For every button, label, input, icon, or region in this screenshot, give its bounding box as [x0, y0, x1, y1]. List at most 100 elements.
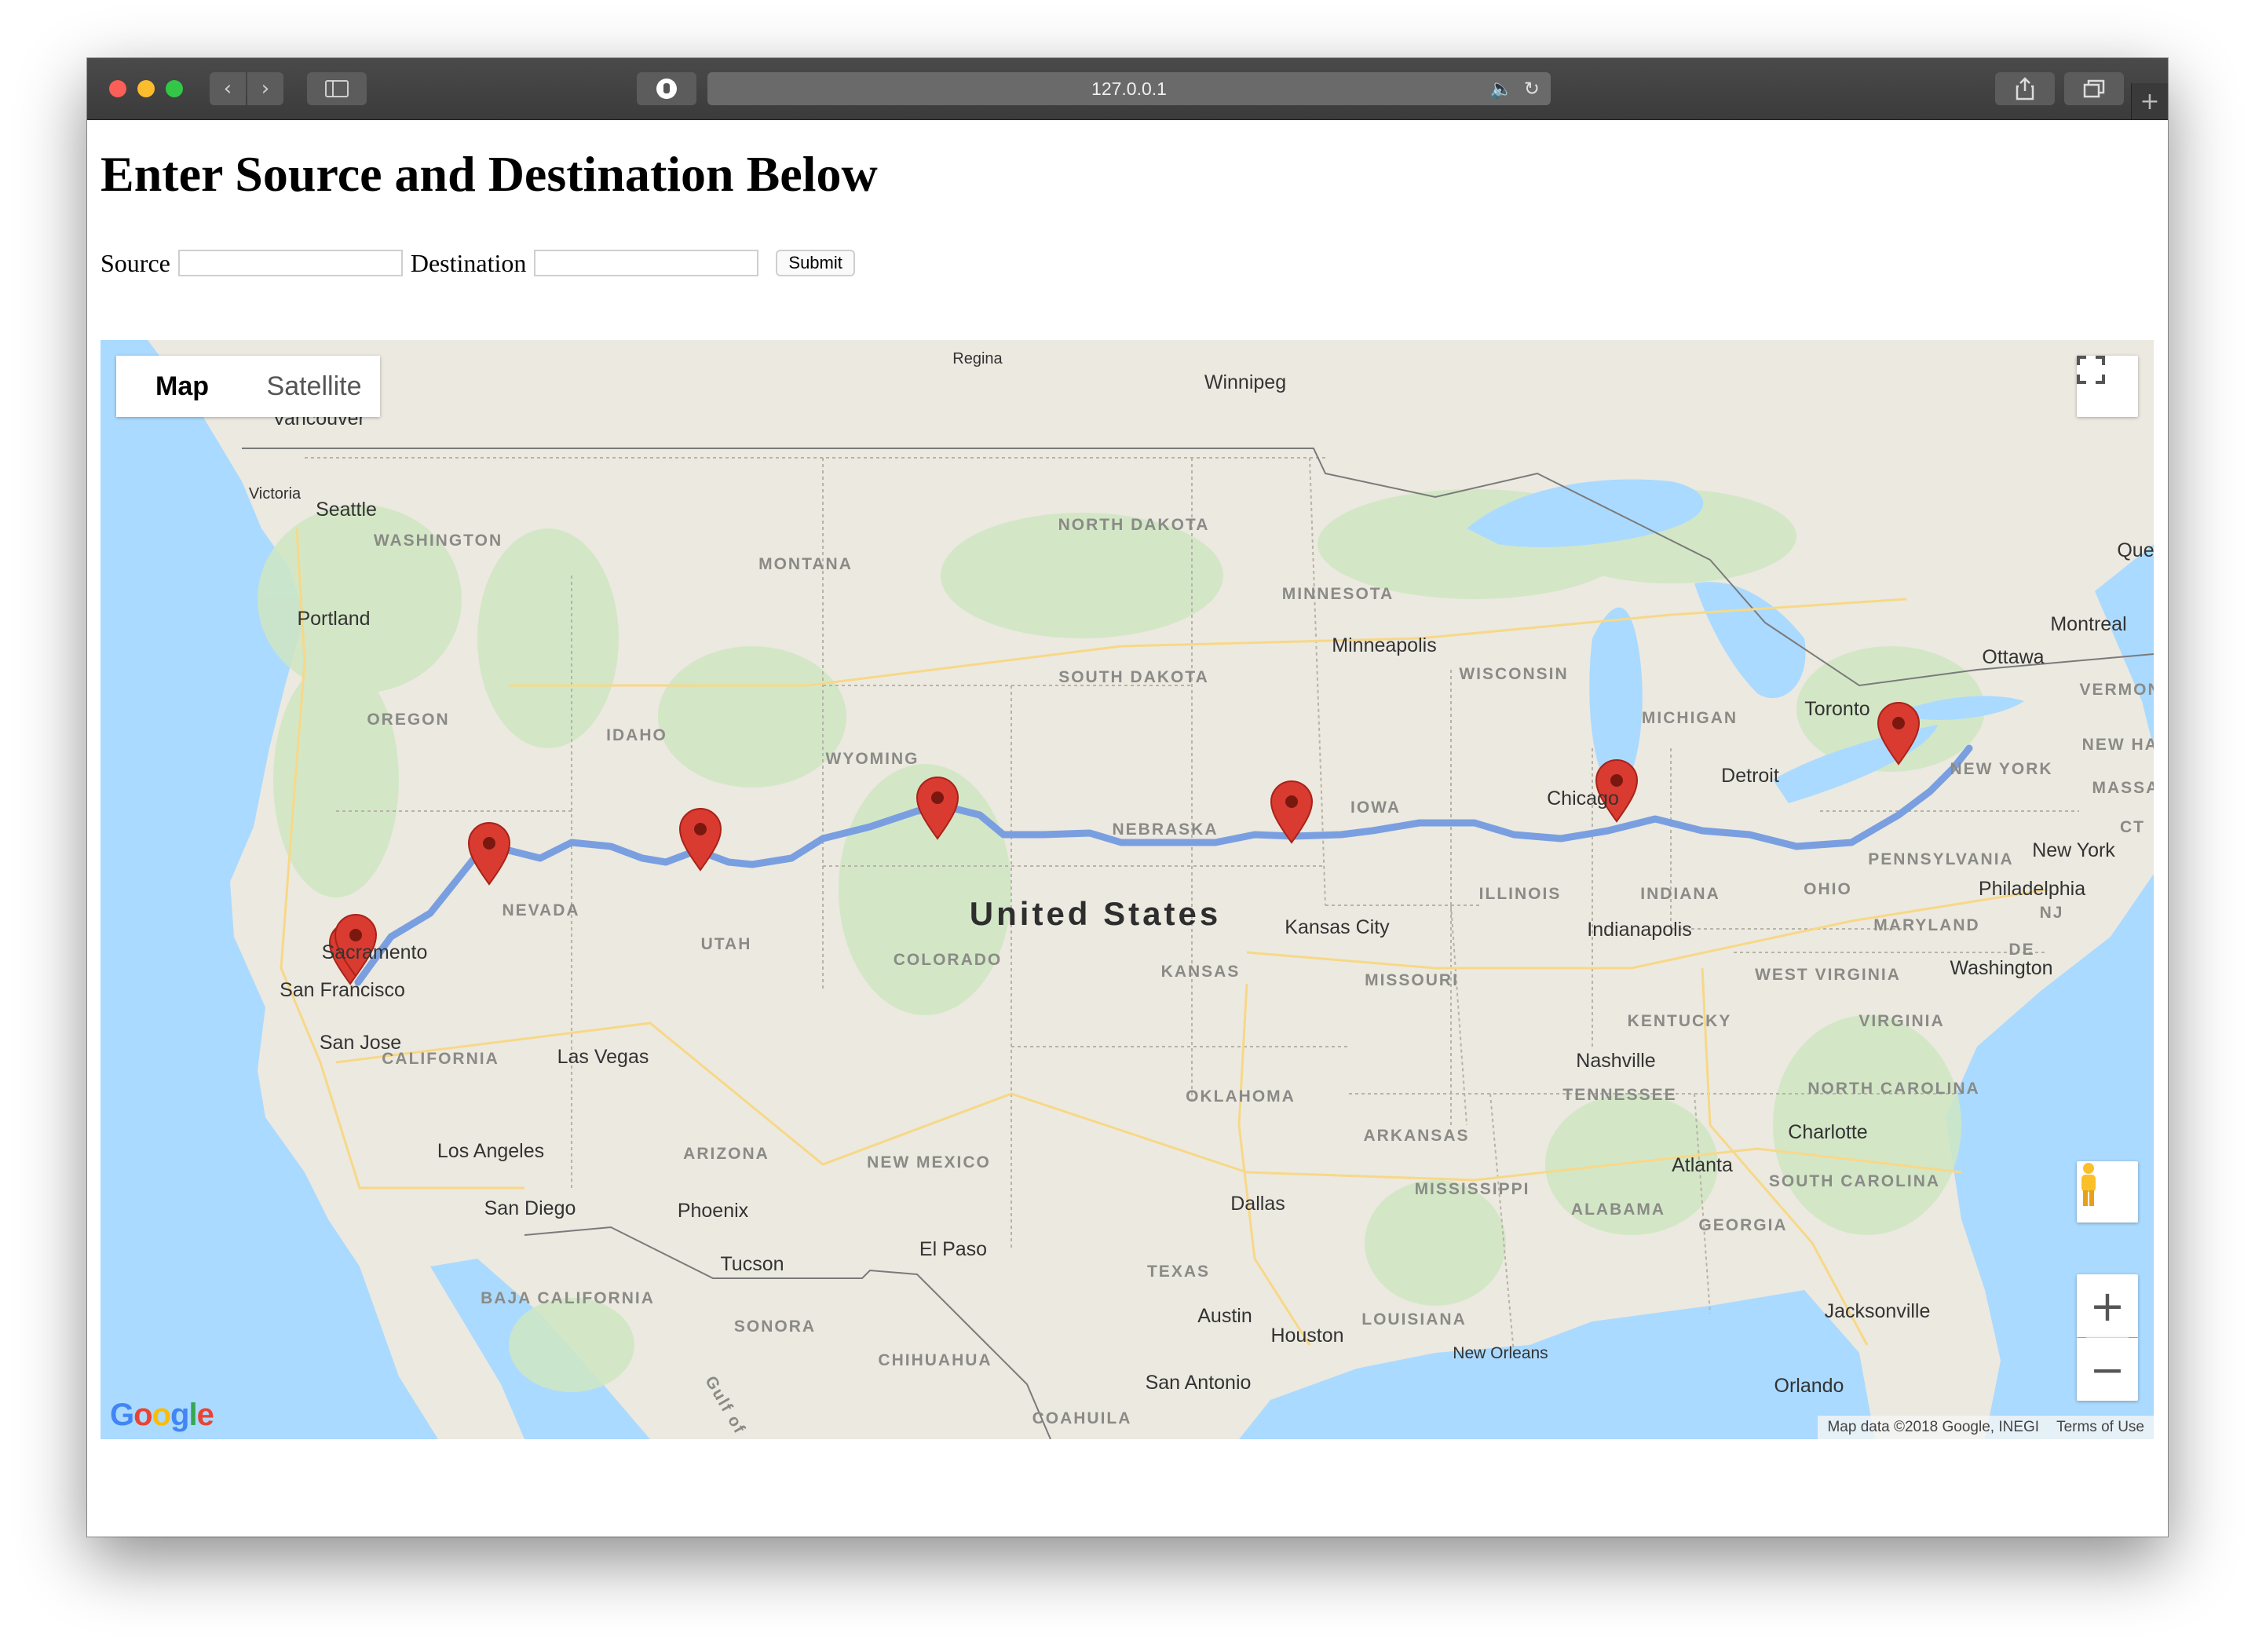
zoom-in-button[interactable]: +	[2077, 1274, 2138, 1337]
region-label: NJ	[2040, 904, 2064, 922]
page-content: Enter Source and Destination Below Sourc…	[87, 120, 2168, 1537]
minimize-window-button[interactable]	[137, 80, 155, 97]
region-label: MONTANA	[758, 555, 853, 573]
destination-input[interactable]	[534, 250, 759, 276]
region-label: CHIHUAHUA	[878, 1351, 992, 1369]
region-label: WASHINGTON	[374, 532, 503, 550]
region-label: NORTH DAKOTA	[1058, 516, 1210, 534]
city-label: Orlando	[1774, 1375, 1844, 1397]
browser-toolbar: ‹ › 127.0.0.1 🔈 ↻ +	[87, 58, 2168, 120]
fullscreen-icon	[2077, 356, 2105, 384]
region-label: TEXAS	[1147, 1263, 1210, 1281]
forward-button[interactable]: ›	[247, 72, 283, 105]
new-tab-button[interactable]: +	[2131, 83, 2168, 119]
share-button[interactable]	[1995, 72, 2055, 105]
close-window-button[interactable]	[109, 80, 126, 97]
region-label: ARKANSAS	[1363, 1127, 1469, 1145]
region-label: MARYLAND	[1873, 916, 1979, 934]
region-label: NEW MEXICO	[867, 1153, 991, 1171]
chevron-left-icon: ‹	[223, 77, 232, 101]
city-label: Jacksonville	[1825, 1300, 1931, 1322]
city-label: San Diego	[484, 1197, 576, 1219]
region-label: ARIZONA	[683, 1145, 769, 1163]
region-label: NORTH CAROLINA	[1807, 1080, 1979, 1098]
region-label: GEORGIA	[1698, 1216, 1787, 1234]
address-bar[interactable]: 127.0.0.1 🔈 ↻	[707, 72, 1551, 105]
city-label: Que	[2117, 539, 2154, 561]
map-type-satellite-button[interactable]: Satellite	[248, 356, 380, 417]
region-label: WISCONSIN	[1459, 665, 1568, 683]
region-label: SONORA	[734, 1318, 816, 1336]
region-label: BAJA CALIFORNIA	[481, 1289, 655, 1307]
region-label: MICHIGAN	[1642, 709, 1738, 727]
sidebar-toggle-button[interactable]	[307, 72, 367, 105]
region-label: WYOMING	[826, 750, 919, 768]
tabs-icon	[2083, 79, 2105, 98]
source-input[interactable]	[177, 250, 403, 276]
region-label: ALABAMA	[1571, 1201, 1665, 1219]
map-type-map-button[interactable]: Map	[116, 356, 248, 417]
speaker-icon[interactable]: 🔈	[1489, 78, 1513, 100]
share-icon	[2016, 77, 2034, 101]
region-label: CT	[2120, 818, 2145, 836]
maximize-window-button[interactable]	[166, 80, 183, 97]
chevron-right-icon: ›	[261, 77, 270, 101]
region-label: MASSAC	[2092, 779, 2154, 797]
city-label: Las Vegas	[557, 1046, 649, 1068]
city-label: Portland	[297, 608, 370, 630]
city-label: Indianapolis	[1587, 919, 1691, 941]
fullscreen-button[interactable]	[2077, 356, 2138, 417]
privacy-button[interactable]	[637, 72, 696, 105]
map-canvas[interactable]: WASHINGTON MONTANA NORTH DAKOTA MINNESOT…	[101, 340, 2154, 1439]
city-label: Nashville	[1576, 1050, 1655, 1072]
city-label: Phoenix	[678, 1200, 749, 1222]
city-label: Atlanta	[1672, 1154, 1733, 1176]
destination-label: Destination	[410, 248, 527, 277]
url-text: 127.0.0.1	[1091, 78, 1167, 99]
city-label: Kansas City	[1285, 916, 1390, 938]
city-label: New York	[2032, 839, 2115, 861]
region-label: KENTUCKY	[1628, 1012, 1732, 1030]
region-label: SOUTH DAKOTA	[1058, 668, 1209, 686]
submit-button[interactable]: Submit	[776, 250, 855, 276]
hand-shield-icon	[656, 79, 677, 99]
city-label: San Antonio	[1146, 1372, 1252, 1394]
pegman-icon	[2081, 1163, 2096, 1206]
region-label: UTAH	[701, 935, 752, 953]
reload-icon[interactable]: ↻	[1524, 78, 1540, 100]
region-label: OREGON	[367, 711, 449, 729]
region-label: KANSAS	[1161, 963, 1241, 981]
city-label: Winnipeg	[1204, 371, 1286, 393]
google-logo[interactable]: Google	[110, 1398, 214, 1433]
back-button[interactable]: ‹	[210, 72, 246, 105]
city-label: Tucson	[720, 1253, 784, 1275]
city-label: Minneapolis	[1332, 634, 1436, 656]
show-tabs-button[interactable]	[2064, 72, 2124, 105]
region-label: NEW YORK	[1950, 760, 2052, 778]
region-label: NEVADA	[502, 901, 579, 919]
region-label: VIRGINIA	[1858, 1012, 1944, 1030]
city-label: New Orleans	[1453, 1344, 1548, 1362]
region-label: LOUISIANA	[1361, 1310, 1467, 1329]
plus-icon: +	[2140, 87, 2160, 115]
region-label: OHIO	[1804, 880, 1852, 898]
page-heading: Enter Source and Destination Below	[101, 146, 878, 202]
region-label: OKLAHOMA	[1186, 1087, 1296, 1106]
zoom-out-button[interactable]: −	[2077, 1338, 2138, 1401]
region-label: WEST VIRGINIA	[1755, 966, 1901, 984]
region-label: NEW HAMP	[2082, 736, 2154, 754]
region-label: INDIANA	[1640, 885, 1720, 903]
city-label: Ottawa	[1982, 646, 2044, 668]
city-label: Sacramento	[322, 941, 428, 963]
region-label: IDAHO	[606, 726, 667, 744]
region-label: DE	[2008, 941, 2034, 959]
region-label: MISSISSIPPI	[1415, 1180, 1530, 1198]
terms-of-use-link[interactable]: Terms of Use	[2056, 1419, 2144, 1436]
street-view-pegman[interactable]	[2077, 1161, 2138, 1223]
city-label: Austin	[1197, 1305, 1252, 1327]
region-label: TENNESSEE	[1562, 1086, 1676, 1104]
city-label: Charlotte	[1788, 1121, 1867, 1143]
region-label: VERMONT	[2080, 681, 2154, 699]
city-label: Victoria	[249, 485, 302, 503]
map-graphics: WASHINGTON MONTANA NORTH DAKOTA MINNESOT…	[101, 340, 2154, 1439]
